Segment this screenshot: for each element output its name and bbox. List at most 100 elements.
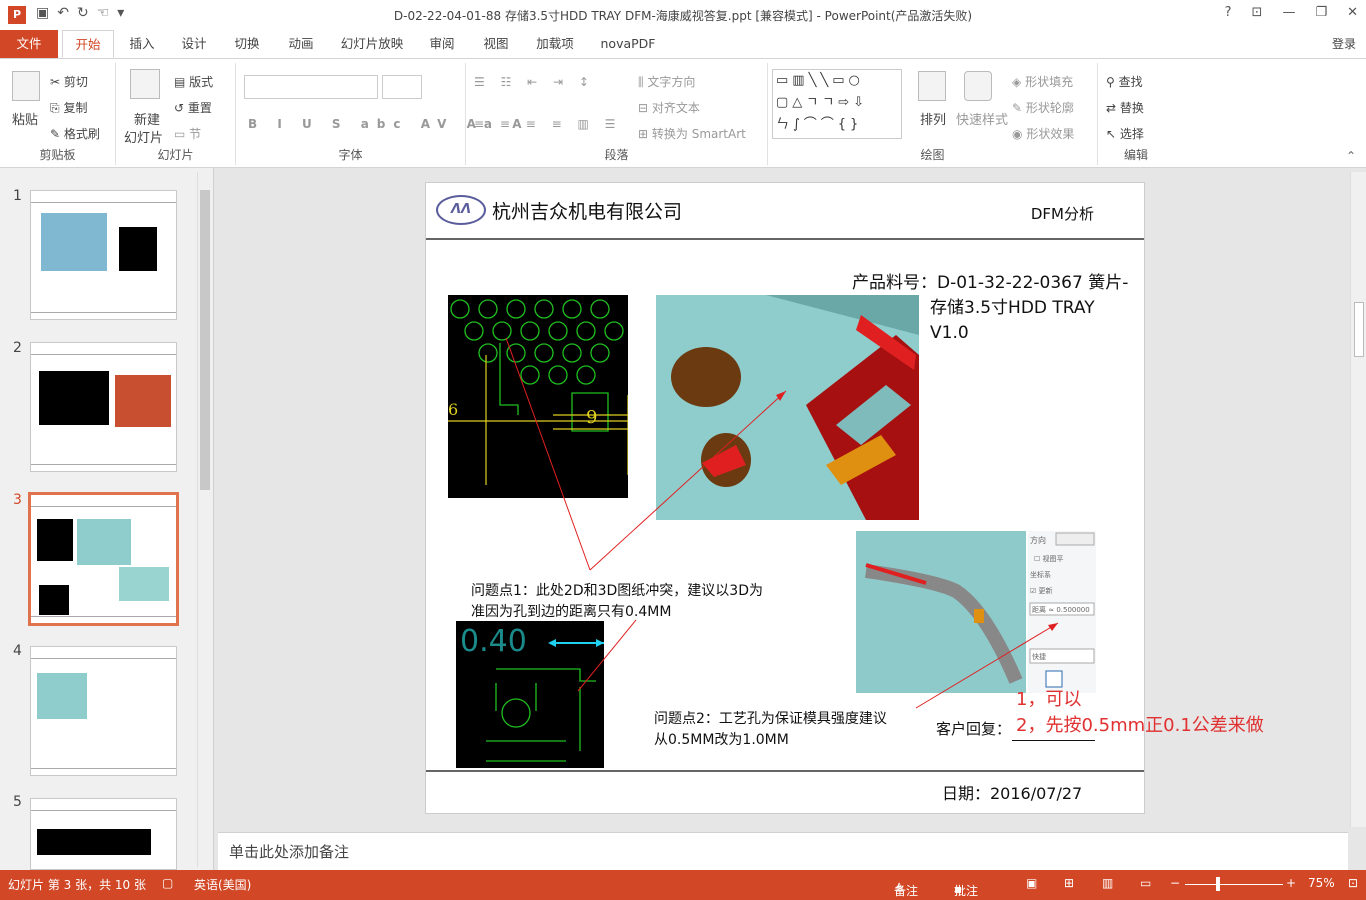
replace-button[interactable]: ⇄ 替换 bbox=[1106, 99, 1144, 116]
quick-styles-button[interactable]: 快速样式 bbox=[956, 109, 1008, 128]
slide-sorter-icon[interactable]: ⊞ bbox=[1064, 876, 1074, 890]
reset-icon: ↺ bbox=[174, 101, 185, 115]
current-slide[interactable]: ΛΛ 杭州吉众机电有限公司 DFM分析 产品料号：D-01-32-22-0367… bbox=[425, 182, 1264, 814]
thumb-header bbox=[31, 343, 176, 355]
tab-view[interactable]: 视图 bbox=[472, 30, 520, 58]
title-bar: P ▣ ↶ ↻ ☜ ▾ D-02-22-04-01-88 存储3.5寸HDD T… bbox=[0, 0, 1366, 30]
shape-fill-button[interactable]: ◈ 形状填充 bbox=[1012, 73, 1073, 90]
tab-addins[interactable]: 加载项 bbox=[526, 30, 584, 58]
find-button[interactable]: ⚲ 查找 bbox=[1106, 73, 1143, 90]
slide-thumbnail-4[interactable] bbox=[30, 646, 177, 776]
thumb-footer bbox=[31, 464, 176, 465]
tab-file[interactable]: 文件 bbox=[0, 30, 58, 58]
slide-thumbnail-2[interactable] bbox=[30, 342, 177, 472]
paste-button[interactable]: 粘贴 bbox=[12, 109, 38, 128]
select-button[interactable]: ↖ 选择 bbox=[1106, 125, 1144, 142]
reply-line-1[interactable]: 1，可以 bbox=[1016, 687, 1081, 712]
layout-button[interactable]: ▤ 版式 bbox=[174, 73, 213, 90]
scroll-thumb[interactable] bbox=[200, 190, 210, 490]
slide-count: 幻灯片 第 3 张，共 10 张 bbox=[8, 878, 146, 892]
thumb-image bbox=[77, 519, 131, 565]
fit-slide-icon[interactable]: ⊡ bbox=[1348, 876, 1358, 890]
zoom-slider-thumb[interactable] bbox=[1216, 877, 1220, 891]
notes-placeholder[interactable]: 单击此处添加备注 bbox=[229, 841, 349, 862]
scroll-thumb[interactable] bbox=[1354, 302, 1364, 357]
align-buttons[interactable]: ≡ ≡ ≡ ≡ ▥ ☰ bbox=[474, 117, 621, 131]
align-text-button[interactable]: ⊟ 对齐文本 bbox=[638, 99, 700, 116]
maximize-button[interactable]: ❐ bbox=[1315, 5, 1327, 20]
brush-icon: ✎ bbox=[50, 127, 61, 141]
font-size-select[interactable] bbox=[382, 75, 422, 99]
window-title: D-02-22-04-01-88 存储3.5寸HDD TRAY DFM-海康威视… bbox=[393, 9, 973, 23]
tab-insert[interactable]: 插入 bbox=[118, 30, 166, 58]
copy-button[interactable]: ⎘ 复制 bbox=[50, 99, 87, 116]
tab-slideshow[interactable]: 幻灯片放映 bbox=[332, 30, 412, 58]
copy-icon: ⎘ bbox=[50, 101, 60, 115]
slide-thumbnail-5[interactable] bbox=[30, 798, 177, 870]
customer-reply-label[interactable]: 客户回复： bbox=[936, 717, 1011, 742]
login-link[interactable]: 登录 bbox=[1332, 35, 1356, 52]
arrange-button[interactable]: 排列 bbox=[920, 109, 946, 128]
fill-icon: ◈ bbox=[1012, 75, 1022, 89]
thumb-image bbox=[39, 371, 109, 425]
collapse-ribbon-icon[interactable]: ⌃ bbox=[1346, 149, 1356, 163]
group-drawing: ▭▥╲╲▭○ ▢△ㄱㄱ⇨⇩ ㄣ∫⌒⌒{} 排列 快速样式 ◈ 形状填充 ✎ 形状轮廓… bbox=[768, 63, 1098, 165]
reset-button[interactable]: ↺ 重置 bbox=[174, 99, 212, 116]
group-label-drawing: 绘图 bbox=[920, 148, 945, 162]
new-slide-icon[interactable] bbox=[130, 69, 160, 99]
slide-thumbnail-1[interactable] bbox=[30, 190, 177, 320]
help-button[interactable]: ? bbox=[1225, 5, 1232, 20]
slide-scrollbar[interactable] bbox=[1350, 172, 1366, 827]
group-label-clipboard: 剪贴板 bbox=[39, 148, 76, 162]
tab-novapdf[interactable]: novaPDF bbox=[590, 30, 666, 58]
zoom-level[interactable]: 75% bbox=[1308, 876, 1335, 890]
cursor-icon: ↖ bbox=[1106, 127, 1117, 141]
thumbnails-scrollbar[interactable] bbox=[197, 172, 211, 867]
tab-home[interactable]: 开始 bbox=[62, 30, 114, 58]
new-slide-button[interactable]: 新建 bbox=[134, 109, 160, 128]
date-text[interactable]: 日期：2016/07/27 bbox=[942, 781, 1082, 806]
tab-design[interactable]: 设计 bbox=[170, 30, 218, 58]
zoom-slider[interactable] bbox=[1185, 884, 1283, 885]
normal-view-icon[interactable]: ▣ bbox=[1026, 876, 1037, 890]
section-button[interactable]: ▭ 节 bbox=[174, 125, 201, 142]
group-editing: ⚲ 查找 ⇄ 替换 ↖ 选择 编辑 bbox=[1098, 63, 1174, 165]
shape-effects-button[interactable]: ◉ 形状效果 bbox=[1012, 125, 1074, 142]
slideshow-icon[interactable]: ▭ bbox=[1140, 876, 1151, 890]
reply-line-2[interactable]: 2，先按0.5mm正0.1公差来做 bbox=[1016, 713, 1264, 738]
language-indicator[interactable]: 英语(美国) bbox=[194, 876, 251, 893]
text-direction-button[interactable]: ⫼ 文字方向 bbox=[638, 73, 695, 90]
new-slide-label[interactable]: 幻灯片 bbox=[124, 127, 163, 146]
ribbon-display-button[interactable]: ⊡ bbox=[1252, 5, 1263, 20]
group-font: B I U S abc AV Aa A 字体 bbox=[236, 63, 521, 165]
slide-thumbnail-3[interactable] bbox=[28, 492, 179, 626]
issue-2-text[interactable]: 问题点2：工艺孔为保证模具强度建议 从0.5MM改为1.0MM bbox=[654, 709, 887, 751]
group-label-slides: 幻灯片 bbox=[157, 148, 194, 162]
spellcheck-icon[interactable]: ▢ bbox=[162, 876, 173, 890]
thumb-number: 5 bbox=[13, 794, 22, 810]
tab-animations[interactable]: 动画 bbox=[276, 30, 326, 58]
close-button[interactable]: ✕ bbox=[1347, 5, 1358, 20]
tab-review[interactable]: 审阅 bbox=[418, 30, 466, 58]
thumb-number: 3 bbox=[13, 492, 22, 508]
thumb-header bbox=[31, 191, 176, 203]
font-name-select[interactable] bbox=[244, 75, 378, 99]
group-clipboard: 粘贴 ✂ 剪切 ⎘ 复制 ✎ 格式刷 剪贴板 bbox=[0, 63, 116, 165]
paste-icon[interactable] bbox=[12, 71, 40, 101]
issue-1-text[interactable]: 问题点1：此处2D和3D图纸冲突，建议以3D为 准因为孔到边的距离只有0.4MM bbox=[471, 581, 763, 623]
shape-outline-button[interactable]: ✎ 形状轮廓 bbox=[1012, 99, 1074, 116]
format-painter-button[interactable]: ✎ 格式刷 bbox=[50, 125, 100, 142]
minimize-button[interactable]: — bbox=[1282, 5, 1295, 20]
convert-smartart-button[interactable]: ⊞ 转换为 SmartArt bbox=[638, 125, 746, 142]
reading-view-icon[interactable]: ▥ bbox=[1102, 876, 1113, 890]
quick-styles-icon[interactable] bbox=[964, 71, 992, 101]
list-buttons[interactable]: ☰ ☷ ⇤ ⇥ ↕ bbox=[474, 75, 595, 89]
tab-transitions[interactable]: 切换 bbox=[222, 30, 272, 58]
notes-pane[interactable]: 单击此处添加备注 bbox=[218, 832, 1348, 870]
cut-button[interactable]: ✂ 剪切 bbox=[50, 73, 88, 90]
shapes-gallery[interactable]: ▭▥╲╲▭○ ▢△ㄱㄱ⇨⇩ ㄣ∫⌒⌒{} bbox=[772, 69, 902, 139]
zoom-in-button[interactable]: + bbox=[1286, 876, 1296, 890]
thumb-footer bbox=[31, 616, 176, 617]
arrange-icon[interactable] bbox=[918, 71, 946, 101]
zoom-out-button[interactable]: − bbox=[1170, 876, 1180, 890]
